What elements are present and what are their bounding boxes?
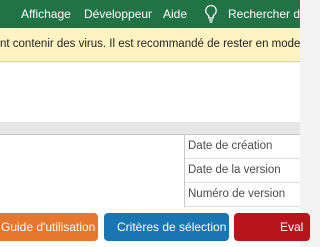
action-buttons: Guide d'utilisation Critères de sélectio… [0,207,310,247]
protected-view-bar: nt contenir des virus. Il est recommandé… [0,28,300,62]
property-label: Date de la version [188,164,281,176]
property-row-version-date[interactable]: Date de la version [185,159,300,183]
tab-affichage[interactable]: Affichage [21,7,71,21]
tab-developpeur[interactable]: Développeur [84,7,152,21]
property-row-creation-date[interactable]: Date de création [185,135,300,159]
selection-criteria-button[interactable]: Critères de sélection [104,213,229,241]
blank-area [0,63,300,123]
guide-button[interactable]: Guide d'utilisation [0,213,98,241]
property-row-version-number[interactable]: Numéro de version [185,183,300,207]
tell-me-label: Rechercher des [228,7,300,21]
property-label: Numéro de version [188,188,286,200]
ribbon-tab-bar: Affichage Développeur Aide Rechercher de… [0,0,300,28]
cell-blank[interactable] [0,135,185,207]
property-label: Date de création [188,140,273,152]
eval-button[interactable]: Eval [234,213,310,241]
guide-button-label: Guide d'utilisation [1,220,96,234]
lightbulb-icon [205,4,217,23]
selection-criteria-button-label: Critères de sélection [117,220,227,234]
sheet-grid: Date de création Date de la version Numé… [0,135,300,207]
eval-button-label: Eval [280,220,304,234]
column-header-strip [0,122,300,135]
tab-aide[interactable]: Aide [163,7,187,21]
protected-view-message: nt contenir des virus. Il est recommandé… [0,38,300,50]
